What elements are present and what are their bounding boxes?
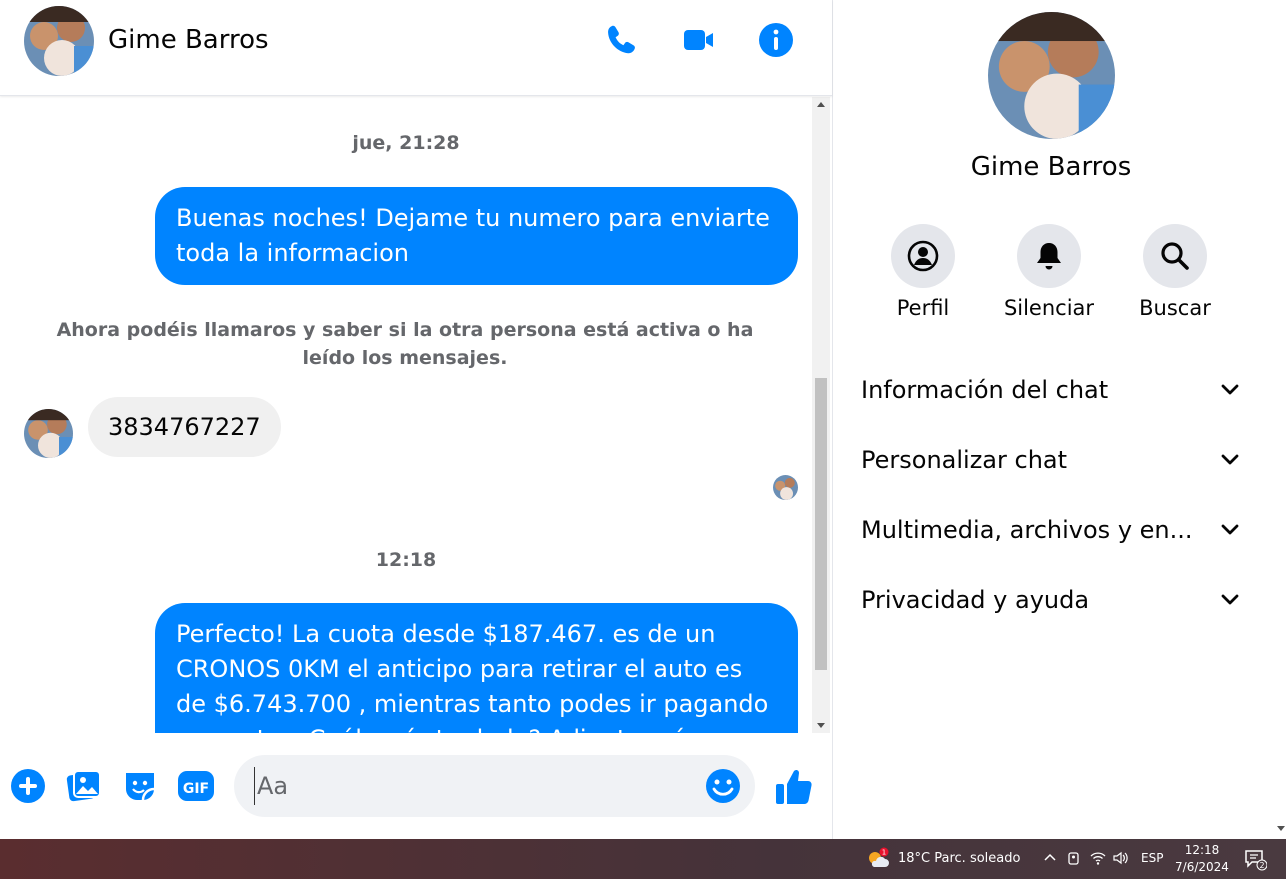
wifi-icon	[1090, 852, 1106, 865]
sticker-button[interactable]	[121, 767, 159, 805]
partly-sunny-icon: 1	[869, 847, 889, 867]
show-hidden-icons-button[interactable]	[1041, 849, 1059, 867]
call-button[interactable]	[601, 20, 641, 60]
notification-icon: 2	[1245, 850, 1268, 871]
profile-action-label: Perfil	[896, 296, 950, 320]
message-list[interactable]: jue, 21:28 Buenas noches! Dejame tu nume…	[0, 97, 812, 733]
svg-text:1: 1	[882, 849, 886, 857]
send-like-button[interactable]	[774, 767, 814, 807]
section-label: Multimedia, archivos y en...	[861, 516, 1193, 544]
video-call-button[interactable]	[678, 20, 718, 60]
chevron-down-icon	[1221, 524, 1239, 535]
windows-taskbar: 1 18°C Parc. soleado ESP 12:18 7/6/2024 …	[0, 839, 1286, 879]
info-icon	[759, 23, 793, 57]
message-input-wrapper	[234, 755, 755, 817]
attach-image-button[interactable]	[65, 767, 103, 805]
scroll-down-arrow[interactable]	[817, 723, 825, 728]
outgoing-message[interactable]: Buenas noches! Dejame tu numero para env…	[155, 187, 798, 285]
system-clock[interactable]: 12:18 7/6/2024	[1172, 842, 1232, 876]
scroll-up-arrow[interactable]	[817, 102, 825, 107]
more-actions-button[interactable]	[9, 767, 47, 805]
messenger-window: Gime Barros jue, 21:28 Buenas noches! De…	[0, 0, 1286, 879]
search-icon	[1161, 242, 1189, 270]
scroll-down-arrow[interactable]	[1277, 826, 1285, 831]
emoji-icon	[706, 769, 740, 803]
search-action-label: Buscar	[1139, 296, 1211, 320]
meet-now-icon	[1068, 852, 1079, 865]
thumbs-up-icon	[776, 769, 812, 804]
bell-icon	[1037, 243, 1061, 270]
chat-header: Gime Barros	[0, 0, 832, 96]
message-input[interactable]	[254, 767, 694, 805]
gif-button[interactable]: GIF	[177, 767, 215, 805]
clock-date: 7/6/2024	[1175, 860, 1229, 874]
section-media-files[interactable]: Multimedia, archivos y en...	[861, 505, 1241, 555]
system-notice: Ahora podéis llamaros y saber si la otra…	[56, 319, 754, 369]
seen-receipt-avatar	[773, 475, 798, 500]
sticker-icon	[126, 773, 155, 801]
image-icon	[66, 770, 101, 802]
chat-pane: Gime Barros jue, 21:28 Buenas noches! De…	[0, 0, 832, 839]
plus-icon	[11, 769, 45, 803]
incoming-message[interactable]: 3834767227	[88, 397, 281, 457]
clock-time: 12:18	[1184, 843, 1220, 857]
section-label: Privacidad y ayuda	[861, 586, 1090, 614]
section-privacy-help[interactable]: Privacidad y ayuda	[861, 575, 1241, 625]
timestamp: 12:18	[375, 549, 437, 571]
gif-icon: GIF	[178, 771, 214, 801]
network-button[interactable]	[1089, 849, 1107, 867]
message-scrollbar[interactable]	[812, 97, 830, 733]
conversation-info-button[interactable]	[756, 20, 796, 60]
section-label: Personalizar chat	[861, 446, 1068, 474]
svg-text:2: 2	[1259, 861, 1264, 870]
info-panel-scrollbar[interactable]	[1277, 0, 1286, 839]
scrollbar-thumb[interactable]	[815, 378, 827, 670]
chevron-down-icon	[1221, 384, 1239, 395]
conversation-info-panel: Gime Barros Perfil Silenciar Buscar Info…	[832, 0, 1286, 839]
emoji-button[interactable]	[704, 767, 742, 805]
video-camera-icon	[684, 30, 713, 50]
mute-action-label: Silenciar	[1003, 296, 1095, 320]
search-action[interactable]: Buscar	[1120, 224, 1230, 320]
weather-widget-icon[interactable]: 1	[866, 847, 890, 871]
weather-text[interactable]: 18°C Parc. soleado	[898, 851, 1020, 866]
volume-button[interactable]	[1112, 849, 1130, 867]
composer: GIF	[0, 733, 832, 839]
sender-avatar[interactable]	[24, 409, 73, 458]
section-customize-chat[interactable]: Personalizar chat	[861, 435, 1241, 485]
contact-avatar[interactable]	[24, 6, 94, 76]
timestamp: jue, 21:28	[352, 132, 460, 154]
chevron-down-icon	[1221, 594, 1239, 605]
phone-icon	[608, 25, 635, 54]
speaker-icon	[1113, 851, 1128, 865]
profile-action[interactable]: Perfil	[868, 224, 978, 320]
outgoing-message[interactable]: Perfecto! La cuota desde $187.467. es de…	[155, 603, 798, 733]
svg-text:GIF: GIF	[183, 781, 209, 797]
profile-name: Gime Barros	[970, 152, 1132, 182]
contact-name[interactable]: Gime Barros	[108, 25, 269, 55]
chevron-up-icon	[1044, 853, 1056, 861]
chevron-down-icon	[1221, 454, 1239, 465]
tray-device-icon[interactable]	[1065, 849, 1083, 867]
profile-icon	[907, 240, 939, 272]
mute-action[interactable]: Silenciar	[994, 224, 1104, 320]
language-indicator[interactable]: ESP	[1141, 851, 1163, 865]
profile-photo[interactable]	[988, 12, 1115, 139]
section-chat-info[interactable]: Información del chat	[861, 365, 1241, 415]
notifications-button[interactable]: 2	[1243, 847, 1268, 871]
section-label: Información del chat	[861, 376, 1109, 404]
